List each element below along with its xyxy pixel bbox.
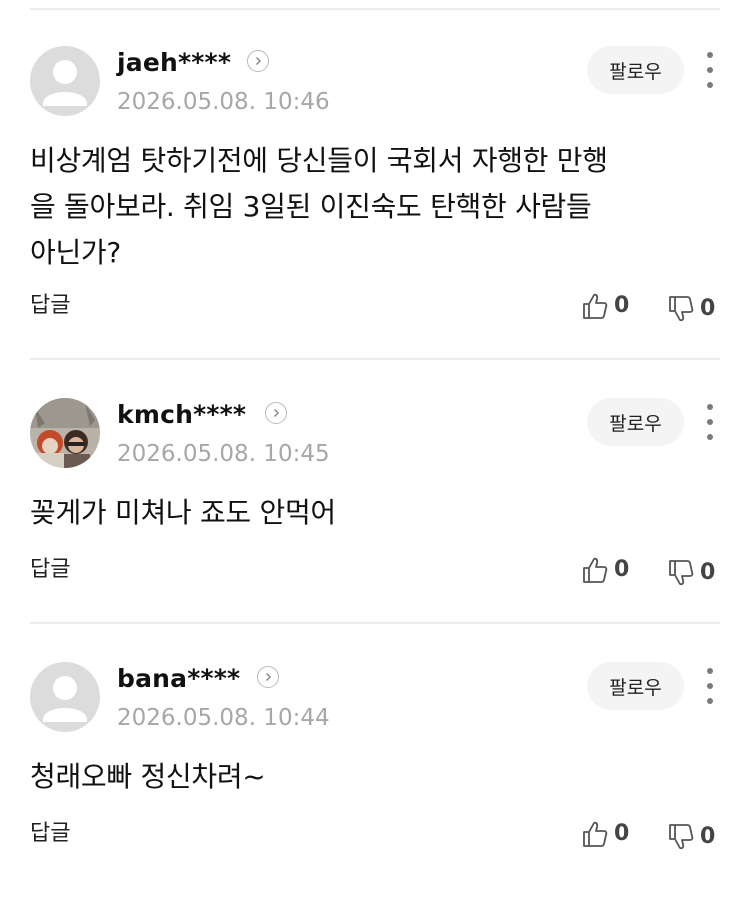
follow-button[interactable]: 팔로우 [587,46,684,94]
username[interactable]: jaeh**** [117,48,231,78]
photo-avatar[interactable] [30,398,100,468]
chevron-right-icon[interactable] [257,666,279,688]
comment-line: 을 돌아보라. 취임 3일된 이진숙도 탄핵한 사람들 [30,190,592,223]
thumbs-down-icon [669,824,694,850]
comment-body: 청래오빠 정신차려~ [30,754,720,800]
comment-date: 2026.05.08. 10:46 [117,89,330,115]
comment-body: 꽂게가 미쳐나 죠도 안먹어 [30,490,720,536]
follow-button[interactable]: 팔로우 [587,662,684,710]
chevron-right-icon[interactable] [265,402,287,424]
thumbs-up-icon [583,293,608,319]
like-count: 0 [614,821,630,846]
like-count: 0 [614,293,630,318]
dislike-count: 0 [700,824,716,849]
username[interactable]: bana**** [117,664,240,694]
comment-line: 아닌가? [30,236,121,269]
chevron-right-icon[interactable] [247,50,269,72]
thumbs-up-icon [583,821,608,847]
reply-button[interactable]: 답글 [30,820,70,848]
default-avatar-icon[interactable] [30,662,100,732]
comment-line: 꽂게가 미쳐나 죠도 안먹어 [30,496,336,529]
default-avatar-icon[interactable] [30,46,100,116]
like-button[interactable]: 0 [582,291,629,321]
like-button[interactable]: 0 [582,819,629,849]
reply-button[interactable]: 답글 [30,292,70,320]
dislike-count: 0 [700,296,716,321]
dislike-button[interactable]: 0 [668,294,715,324]
follow-button[interactable]: 팔로우 [587,398,684,446]
divider-top [30,8,720,10]
more-options-icon[interactable] [700,52,720,88]
thumbs-down-icon [669,560,694,586]
comment-date: 2026.05.08. 10:45 [117,441,330,467]
thumbs-down-icon [669,296,694,322]
comment-line: 청래오빠 정신차려~ [30,760,266,793]
reply-button[interactable]: 답글 [30,556,70,584]
more-options-icon[interactable] [700,668,720,704]
comment-body: 비상계엄 탓하기전에 당신들이 국회서 자행한 만행 을 돌아보라. 취임 3일… [30,138,720,276]
like-count: 0 [614,557,630,582]
divider [30,622,720,624]
dislike-button[interactable]: 0 [668,558,715,588]
dislike-button[interactable]: 0 [668,822,715,852]
username[interactable]: kmch**** [117,400,246,430]
comment-item: bana**** 2026.05.08. 10:44 팔로우 청래오빠 정신차려… [0,662,750,912]
comment-item: kmch**** 2026.05.08. 10:45 팔로우 꽂게가 미쳐나 죠… [0,398,750,648]
comment-line: 비상계엄 탓하기전에 당신들이 국회서 자행한 만행 [30,144,608,177]
more-options-icon[interactable] [700,404,720,440]
divider [30,358,720,360]
like-button[interactable]: 0 [582,555,629,585]
dislike-count: 0 [700,560,716,585]
comment-item: jaeh**** 2026.05.08. 10:46 팔로우 비상계엄 탓하기전… [0,46,750,322]
thumbs-up-icon [583,557,608,583]
comment-date: 2026.05.08. 10:44 [117,705,330,731]
